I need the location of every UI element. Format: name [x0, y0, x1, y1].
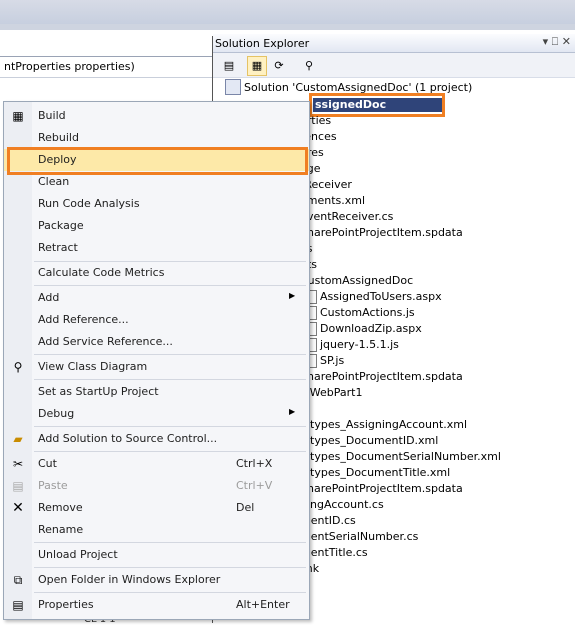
menu-separator — [34, 285, 306, 286]
properties-icon: ▤ — [12, 598, 24, 612]
tree-item[interactable]: ningAccount.cs — [300, 498, 384, 511]
menu-item-package[interactable]: Package — [4, 215, 309, 237]
solution-icon — [225, 79, 241, 95]
menu-item-unload-project[interactable]: Unload Project — [4, 544, 309, 566]
shortcut-label: Ctrl+X — [236, 457, 273, 470]
menu-separator — [34, 354, 306, 355]
shortcut-label: Del — [236, 501, 255, 514]
menu-item-remove[interactable]: ✕ Remove Del — [4, 497, 309, 519]
scissors-icon: ✂ — [12, 457, 24, 471]
open-folder-icon: ⧉ — [13, 573, 23, 587]
menu-separator — [34, 567, 306, 568]
menu-item-label: Rebuild — [38, 131, 79, 144]
tree-item[interactable]: mentTitle.cs — [300, 546, 368, 559]
menu-item-paste[interactable]: ▤ Paste Ctrl+V — [4, 475, 309, 497]
menu-item-label: Remove — [38, 501, 83, 514]
panel-controls[interactable]: ▾ ⎕ ✕ — [543, 35, 571, 49]
menu-item-build[interactable]: ▦ Build — [4, 105, 309, 127]
menu-item-label: Calculate Code Metrics — [38, 266, 165, 279]
tree-item[interactable]: DownloadZip.aspx — [320, 322, 422, 335]
menu-item-label: Run Code Analysis — [38, 197, 140, 210]
menu-separator — [34, 426, 306, 427]
menu-item-add-reference[interactable]: Add Reference... — [4, 309, 309, 331]
menu-item-retract[interactable]: Retract — [4, 237, 309, 259]
menu-item-add[interactable]: Add ▶ — [4, 287, 309, 309]
solution-explorer-title: Solution Explorer — [215, 37, 310, 50]
menu-item-label: Build — [38, 109, 66, 122]
menu-item-label: View Class Diagram — [38, 360, 148, 373]
menu-separator — [34, 451, 306, 452]
editor-breadcrumb-text: ntProperties properties) — [4, 60, 135, 73]
tree-item[interactable]: ldtypes_DocumentTitle.xml — [300, 466, 450, 479]
menu-item-label: Paste — [38, 479, 68, 492]
project-context-menu: ▦ Build Rebuild Deploy Clean Run Code An… — [3, 101, 310, 620]
menu-item-rebuild[interactable]: Rebuild — [4, 127, 309, 149]
shortcut-label: Alt+Enter — [236, 598, 290, 611]
properties-toolbar-icon[interactable]: ▤ — [219, 56, 239, 76]
window-title-bar — [0, 0, 575, 30]
solution-explorer-toolbar: ▤ ▦ ⟳ ⚲ — [213, 53, 575, 78]
tree-item[interactable]: SharePointProjectItem.spdata — [300, 226, 463, 239]
build-icon: ▦ — [12, 109, 24, 123]
menu-item-debug[interactable]: Debug ▶ — [4, 403, 309, 425]
menu-item-calculate-code-metrics[interactable]: Calculate Code Metrics — [4, 262, 309, 284]
menu-item-label: Add Reference... — [38, 313, 129, 326]
menu-item-clean[interactable]: Clean — [4, 171, 309, 193]
menu-item-label: Set as StartUp Project — [38, 385, 159, 398]
shortcut-label: Ctrl+V — [236, 479, 273, 492]
tree-item[interactable]: jquery-1.5.1.js — [320, 338, 399, 351]
menu-item-label: Unload Project — [38, 548, 118, 561]
menu-separator — [34, 379, 306, 380]
tree-item[interactable]: ldtypes_DocumentSerialNumber.xml — [300, 450, 501, 463]
menu-item-cut[interactable]: ✂ Cut Ctrl+X — [4, 453, 309, 475]
menu-separator — [34, 542, 306, 543]
menu-item-label: Properties — [38, 598, 94, 611]
menu-item-run-code-analysis[interactable]: Run Code Analysis — [4, 193, 309, 215]
solution-explorer-header: Solution Explorer ▾ ⎕ ✕ — [213, 34, 575, 53]
menu-item-set-startup-project[interactable]: Set as StartUp Project — [4, 381, 309, 403]
paste-icon: ▤ — [12, 479, 24, 493]
menu-item-view-class-diagram[interactable]: ⚲ View Class Diagram — [4, 356, 309, 378]
menu-item-label: Add — [38, 291, 60, 304]
tree-item[interactable]: AssignedToUsers.aspx — [320, 290, 442, 303]
tree-item[interactable]: SharePointProjectItem.spdata — [300, 482, 463, 495]
remove-x-icon: ✕ — [12, 500, 24, 516]
menu-item-label: Retract — [38, 241, 78, 254]
menu-separator — [34, 592, 306, 593]
view-class-diagram-toolbar-icon[interactable]: ⚲ — [299, 56, 319, 76]
submenu-arrow-icon: ▶ — [289, 291, 296, 300]
tree-item[interactable]: SharePointProjectItem.spdata — [300, 370, 463, 383]
menu-item-label: Rename — [38, 523, 84, 536]
tree-item[interactable]: CustomActions.js — [320, 306, 415, 319]
refresh-icon[interactable]: ⟳ — [269, 56, 289, 76]
menu-item-label: Add Service Reference... — [38, 335, 173, 348]
menu-item-label: Debug — [38, 407, 75, 420]
menu-item-add-service-reference[interactable]: Add Service Reference... — [4, 331, 309, 353]
menu-item-open-folder[interactable]: ⧉ Open Folder in Windows Explorer — [4, 569, 309, 591]
submenu-arrow-icon: ▶ — [289, 407, 296, 416]
menu-item-label: Package — [38, 219, 84, 232]
tree-item[interactable]: mentSerialNumber.cs — [300, 530, 418, 543]
class-diagram-icon: ⚲ — [13, 360, 23, 374]
menu-item-add-to-source-control[interactable]: ▰ Add Solution to Source Control... — [4, 428, 309, 450]
editor-breadcrumb: ntProperties properties) — [0, 56, 212, 78]
tree-item[interactable]: EventReceiver.cs — [300, 210, 393, 223]
show-all-files-icon[interactable]: ▦ — [247, 56, 267, 76]
menu-item-rename[interactable]: Rename — [4, 519, 309, 541]
tree-item[interactable]: SP.js — [320, 354, 344, 367]
source-control-folder-icon: ▰ — [13, 432, 23, 446]
tree-item[interactable]: CustomAssignedDoc — [300, 274, 413, 287]
menu-item-label: Clean — [38, 175, 70, 188]
tree-item[interactable]: ldtypes_DocumentID.xml — [300, 434, 438, 447]
menu-item-label: Add Solution to Source Control... — [38, 432, 218, 445]
menu-item-label: Cut — [38, 457, 57, 470]
tree-item[interactable]: ldtypes_AssigningAccount.xml — [300, 418, 467, 431]
menu-item-label: Open Folder in Windows Explorer — [38, 573, 221, 586]
menu-item-properties[interactable]: ▤ Properties Alt+Enter — [4, 594, 309, 616]
